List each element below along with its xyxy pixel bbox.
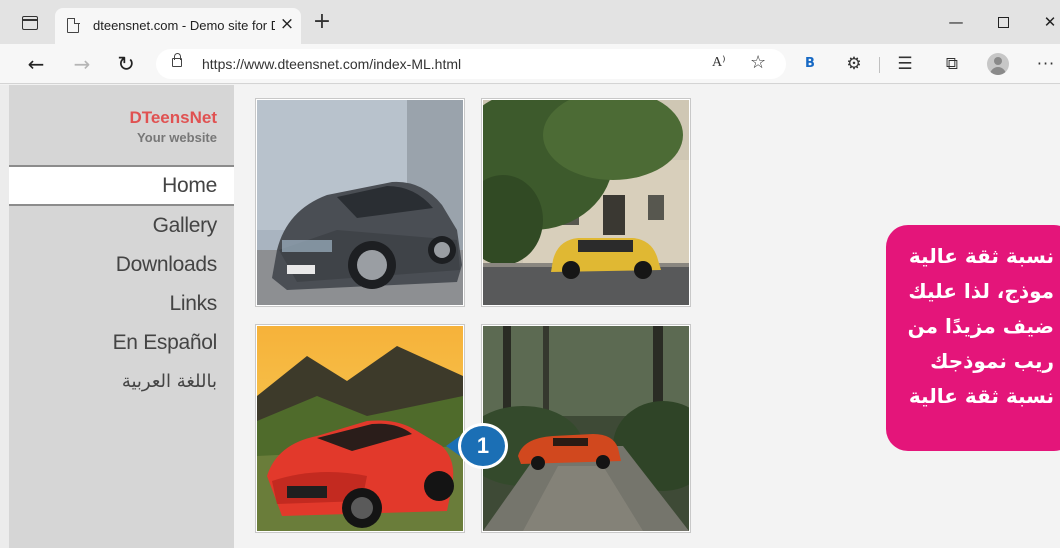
refresh-icon[interactable]: ↻ [112,50,140,78]
nav-item-gallery[interactable]: Gallery [9,206,234,245]
maximize-button[interactable] [983,8,1023,36]
lock-icon[interactable] [172,53,182,67]
extensions-icon[interactable]: ⚙ [842,52,866,76]
note-line: ريب نموذجك [930,349,1054,373]
tab-strip: dteensnet.com - Demo site for D × + — ✕ [0,0,1060,44]
forward-icon[interactable]: → [68,50,96,78]
minimize-button[interactable]: — [936,8,976,36]
nav-item-links[interactable]: Links [9,284,234,323]
annotation-note: نسبة ثقة عالية موذج، لذا عليك ضيف مزيدًا… [886,225,1060,451]
callout-number: 1 [458,423,508,469]
add-favorite-icon[interactable]: ☆ [750,52,766,73]
red-car-image [257,326,463,531]
yellow-car-image [483,100,689,305]
new-tab-button[interactable]: + [310,10,334,34]
orange-car-image [483,326,689,531]
nav-item-downloads[interactable]: Downloads [9,245,234,284]
address-toolbar: ← → ↻ https://www.dteensnet.com/index-ML… [0,44,1060,84]
gallery-photo-red-car[interactable] [255,324,465,533]
grey-car-image [257,100,463,305]
browser-tab[interactable]: dteensnet.com - Demo site for D × [55,8,301,44]
site-sidebar: DTeensNet Your website Home Gallery Down… [0,85,234,548]
site-nav: Home Gallery Downloads Links En Español … [9,165,234,401]
page-icon [67,17,80,33]
nav-item-spanish[interactable]: En Español [9,323,234,362]
address-bar[interactable]: https://www.dteensnet.com/index-ML.html … [156,49,786,79]
note-line: نسبة ثقة عالية [908,244,1054,268]
site-tagline: Your website [137,130,217,145]
gallery-photo-grey-car[interactable] [255,98,465,307]
profile-icon[interactable] [986,52,1010,76]
collections-icon[interactable]: ⧉ [940,52,964,76]
maximize-icon [997,17,1009,28]
more-options-icon[interactable]: ··· [1034,52,1058,76]
read-aloud-icon[interactable]: A⁾ [712,54,726,71]
tab-title: dteensnet.com - Demo site for D [93,18,275,33]
site-logo[interactable]: DTeensNet [129,108,217,128]
note-line: نسبة ثقة عالية [908,384,1054,408]
web-page: DTeensNet Your website Home Gallery Down… [0,85,1060,548]
note-line: موذج، لذا عليك [908,279,1054,303]
nav-item-home[interactable]: Home [9,165,234,206]
gallery-photo-orange-car[interactable] [481,324,691,533]
close-window-button[interactable]: ✕ [1030,8,1060,36]
back-icon[interactable]: ← [22,50,50,78]
url-text[interactable]: https://www.dteensnet.com/index-ML.html [202,56,461,72]
close-tab-icon[interactable]: × [277,14,297,34]
toolbar-divider [879,57,880,73]
gallery-photo-yellow-car[interactable] [481,98,691,307]
bing-icon[interactable]: B [798,52,822,76]
avatar [987,53,1009,75]
callout-marker: 1 [444,423,510,469]
nav-item-arabic[interactable]: باللغة العربية [9,362,234,401]
note-line: ضيف مزيدًا من [907,314,1054,338]
favorites-icon[interactable]: ☰ [893,52,917,76]
tab-actions-icon[interactable] [22,16,38,30]
browser-window: dteensnet.com - Demo site for D × + — ✕ … [0,0,1060,548]
